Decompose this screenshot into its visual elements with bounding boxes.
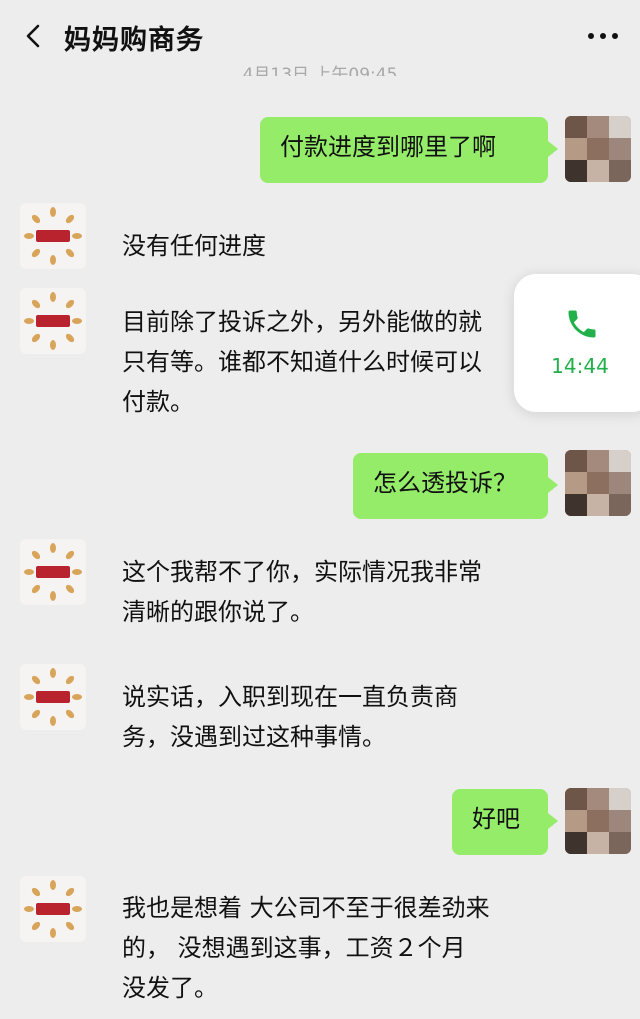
pixelated-avatar-icon [565, 116, 631, 182]
pixelated-avatar-icon [565, 450, 631, 516]
message-text: 好吧 [472, 805, 520, 833]
message-line: 务，没遇到过这种事情。 [122, 723, 386, 751]
contact-avatar[interactable] [20, 288, 86, 354]
message-timestamp: 4月13日 上午09:45 [242, 65, 398, 76]
message-bubble-received[interactable]: 这个我帮不了你，实际情况我非常 清晰的跟你说了。 [102, 550, 542, 642]
message-line: 付款。 [122, 388, 194, 416]
chat-title: 妈妈购商务 [64, 25, 204, 56]
message-text: 怎么透投诉？ [373, 469, 517, 497]
message-line: 只有等。谁都不知道什么时候可以 [122, 348, 482, 376]
contact-avatar[interactable] [20, 876, 86, 942]
message-bubble-received[interactable]: 说实话，入职到现在一直负责商 务，没遇到过这种事情。 [102, 675, 542, 767]
message-text: 付款进度到哪里了啊 [280, 133, 496, 161]
shop-logo-icon [24, 543, 82, 601]
voice-call-float[interactable]: 14:44 [514, 274, 640, 412]
user-avatar[interactable] [565, 788, 631, 854]
contact-avatar[interactable] [20, 664, 86, 730]
message-line: 说实话，入职到现在一直负责商 [122, 683, 458, 711]
phone-icon [568, 310, 596, 338]
message-line: 这个我帮不了你，实际情况我非常 [122, 558, 482, 586]
user-avatar[interactable] [565, 116, 631, 182]
message-bubble-sent[interactable]: 好吧 [452, 789, 558, 855]
shop-logo-icon [24, 207, 82, 265]
pixelated-avatar-icon [565, 788, 631, 854]
message-bubble-sent[interactable]: 付款进度到哪里了啊 [260, 117, 558, 183]
more-dots-icon[interactable] [586, 22, 620, 50]
message-bubble-sent[interactable]: 怎么透投诉？ [353, 453, 558, 519]
message-line: 清晰的跟你说了。 [122, 598, 314, 626]
shop-logo-icon [24, 292, 82, 350]
message-bubble-received[interactable]: 没有任何进度 [102, 216, 422, 276]
chevron-left-icon[interactable] [20, 22, 48, 50]
message-bubble-received[interactable]: 目前除了投诉之外，另外能做的就 只有等。谁都不知道什么时候可以 付款。 [102, 300, 542, 432]
message-bubble-received[interactable]: 我也是想着 大公司不至于很差劲来 的， 没想遇到这事，工资２个月 没发了。 [102, 886, 542, 1018]
message-line: 的， 没想遇到这事，工资２个月 [122, 934, 466, 962]
contact-avatar[interactable] [20, 203, 86, 269]
contact-avatar[interactable] [20, 539, 86, 605]
shop-logo-icon [24, 668, 82, 726]
message-line: 我也是想着 大公司不至于很差劲来 [122, 894, 490, 922]
message-text: 没有任何进度 [122, 232, 266, 260]
user-avatar[interactable] [565, 450, 631, 516]
message-line: 目前除了投诉之外，另外能做的就 [122, 308, 482, 336]
call-duration: 14:44 [551, 354, 609, 378]
message-line: 没发了。 [122, 974, 218, 1002]
shop-logo-icon [24, 880, 82, 938]
